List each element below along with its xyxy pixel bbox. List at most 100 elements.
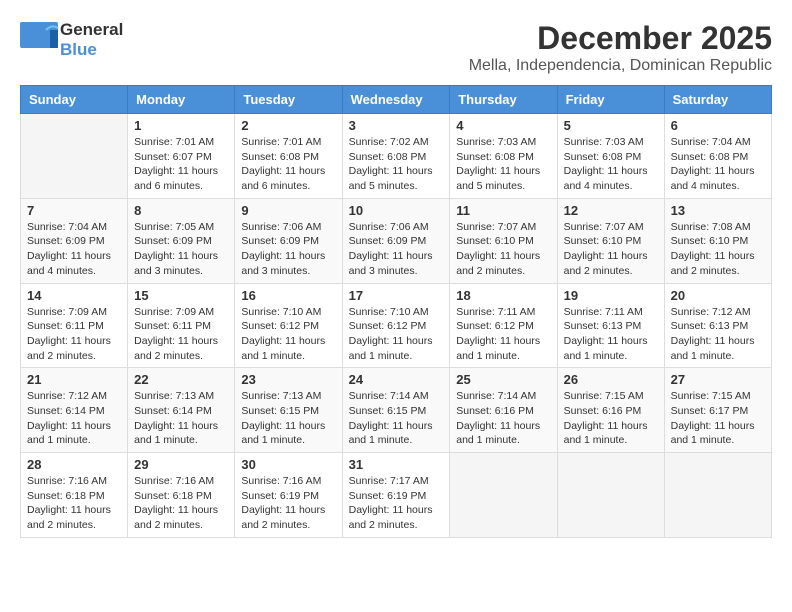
calendar-cell: 19 Sunrise: 7:11 AM Sunset: 6:13 PM Dayli… — [557, 283, 664, 368]
calendar-table: SundayMondayTuesdayWednesdayThursdayFrid… — [20, 85, 772, 538]
day-number: 9 — [241, 203, 335, 218]
calendar-cell: 20 Sunrise: 7:12 AM Sunset: 6:13 PM Dayli… — [664, 283, 771, 368]
day-info: Sunrise: 7:06 AM Sunset: 6:09 PM Dayligh… — [349, 220, 444, 279]
day-info: Sunrise: 7:13 AM Sunset: 6:14 PM Dayligh… — [134, 389, 228, 448]
day-number: 17 — [349, 288, 444, 303]
day-number: 30 — [241, 457, 335, 472]
calendar-cell: 18 Sunrise: 7:11 AM Sunset: 6:12 PM Dayli… — [450, 283, 557, 368]
page-header: General Blue December 2025 Mella, Indepe… — [20, 20, 772, 75]
day-number: 31 — [349, 457, 444, 472]
day-info: Sunrise: 7:13 AM Sunset: 6:15 PM Dayligh… — [241, 389, 335, 448]
calendar-cell: 1 Sunrise: 7:01 AM Sunset: 6:07 PM Daylig… — [128, 114, 235, 199]
calendar-cell: 23 Sunrise: 7:13 AM Sunset: 6:15 PM Dayli… — [235, 368, 342, 453]
calendar-cell: 21 Sunrise: 7:12 AM Sunset: 6:14 PM Dayli… — [21, 368, 128, 453]
logo-text: General Blue — [60, 20, 123, 61]
day-number: 29 — [134, 457, 228, 472]
calendar-week-row: 28Sunrise: 7:16 AM Sunset: 6:18 PM Dayli… — [21, 453, 772, 538]
day-info: Sunrise: 7:03 AM Sunset: 6:08 PM Dayligh… — [456, 135, 550, 194]
day-number: 12 — [564, 203, 658, 218]
logo: General Blue — [20, 20, 123, 61]
day-info: Sunrise: 7:04 AM Sunset: 6:08 PM Dayligh… — [671, 135, 765, 194]
calendar-cell: 24Sunrise: 7:14 AM Sunset: 6:15 PM Dayli… — [342, 368, 450, 453]
day-number: 18 — [456, 288, 550, 303]
logo-general: General — [60, 20, 123, 40]
day-info: Sunrise: 7:16 AM Sunset: 6:19 PM Dayligh… — [241, 474, 335, 533]
day-info: Sunrise: 7:11 AM Sunset: 6:12 PM Dayligh… — [456, 305, 550, 364]
calendar-cell: 15Sunrise: 7:09 AM Sunset: 6:11 PM Dayli… — [128, 283, 235, 368]
calendar-cell: 7 Sunrise: 7:04 AM Sunset: 6:09 PM Daylig… — [21, 198, 128, 283]
day-number: 6 — [671, 118, 765, 133]
logo-icon — [20, 22, 60, 58]
day-number: 16 — [241, 288, 335, 303]
calendar-week-row: 1 Sunrise: 7:01 AM Sunset: 6:07 PM Daylig… — [21, 114, 772, 199]
calendar-cell: 10Sunrise: 7:06 AM Sunset: 6:09 PM Dayli… — [342, 198, 450, 283]
calendar-week-row: 7 Sunrise: 7:04 AM Sunset: 6:09 PM Daylig… — [21, 198, 772, 283]
day-number: 1 — [134, 118, 228, 133]
day-number: 22 — [134, 372, 228, 387]
day-info: Sunrise: 7:08 AM Sunset: 6:10 PM Dayligh… — [671, 220, 765, 279]
calendar-cell: 13 Sunrise: 7:08 AM Sunset: 6:10 PM Dayli… — [664, 198, 771, 283]
calendar-cell — [557, 453, 664, 538]
day-info: Sunrise: 7:12 AM Sunset: 6:13 PM Dayligh… — [671, 305, 765, 364]
day-info: Sunrise: 7:03 AM Sunset: 6:08 PM Dayligh… — [564, 135, 658, 194]
calendar-cell: 3 Sunrise: 7:02 AM Sunset: 6:08 PM Daylig… — [342, 114, 450, 199]
weekday-header: Sunday — [21, 86, 128, 114]
calendar-cell — [21, 114, 128, 199]
calendar-cell: 11 Sunrise: 7:07 AM Sunset: 6:10 PM Dayli… — [450, 198, 557, 283]
logo-blue: Blue — [60, 40, 123, 60]
calendar-cell: 12 Sunrise: 7:07 AM Sunset: 6:10 PM Dayli… — [557, 198, 664, 283]
calendar-cell: 22 Sunrise: 7:13 AM Sunset: 6:14 PM Dayli… — [128, 368, 235, 453]
day-number: 7 — [27, 203, 121, 218]
day-number: 2 — [241, 118, 335, 133]
day-info: Sunrise: 7:10 AM Sunset: 6:12 PM Dayligh… — [349, 305, 444, 364]
day-number: 3 — [349, 118, 444, 133]
calendar-cell: 2Sunrise: 7:01 AM Sunset: 6:08 PM Daylig… — [235, 114, 342, 199]
weekday-header: Friday — [557, 86, 664, 114]
day-number: 19 — [564, 288, 658, 303]
day-number: 8 — [134, 203, 228, 218]
calendar-cell: 31 Sunrise: 7:17 AM Sunset: 6:19 PM Dayli… — [342, 453, 450, 538]
day-info: Sunrise: 7:09 AM Sunset: 6:11 PM Dayligh… — [134, 305, 228, 364]
calendar-cell: 27 Sunrise: 7:15 AM Sunset: 6:17 PM Dayli… — [664, 368, 771, 453]
weekday-header: Tuesday — [235, 86, 342, 114]
day-info: Sunrise: 7:06 AM Sunset: 6:09 PM Dayligh… — [241, 220, 335, 279]
title-section: December 2025 Mella, Independencia, Domi… — [469, 20, 772, 75]
calendar-cell — [664, 453, 771, 538]
day-info: Sunrise: 7:01 AM Sunset: 6:07 PM Dayligh… — [134, 135, 228, 194]
day-info: Sunrise: 7:11 AM Sunset: 6:13 PM Dayligh… — [564, 305, 658, 364]
calendar-cell: 9 Sunrise: 7:06 AM Sunset: 6:09 PM Daylig… — [235, 198, 342, 283]
calendar-cell: 6 Sunrise: 7:04 AM Sunset: 6:08 PM Daylig… — [664, 114, 771, 199]
calendar-cell: 4Sunrise: 7:03 AM Sunset: 6:08 PM Daylig… — [450, 114, 557, 199]
calendar-cell: 25Sunrise: 7:14 AM Sunset: 6:16 PM Dayli… — [450, 368, 557, 453]
calendar-week-row: 14Sunrise: 7:09 AM Sunset: 6:11 PM Dayli… — [21, 283, 772, 368]
day-number: 27 — [671, 372, 765, 387]
location: Mella, Independencia, Dominican Republic — [469, 57, 772, 75]
calendar-header-row: SundayMondayTuesdayWednesdayThursdayFrid… — [21, 86, 772, 114]
day-number: 11 — [456, 203, 550, 218]
day-number: 23 — [241, 372, 335, 387]
day-info: Sunrise: 7:12 AM Sunset: 6:14 PM Dayligh… — [27, 389, 121, 448]
calendar-cell: 17 Sunrise: 7:10 AM Sunset: 6:12 PM Dayli… — [342, 283, 450, 368]
day-number: 21 — [27, 372, 121, 387]
day-info: Sunrise: 7:16 AM Sunset: 6:18 PM Dayligh… — [134, 474, 228, 533]
month-title: December 2025 — [469, 20, 772, 57]
day-info: Sunrise: 7:04 AM Sunset: 6:09 PM Dayligh… — [27, 220, 121, 279]
day-info: Sunrise: 7:14 AM Sunset: 6:15 PM Dayligh… — [349, 389, 444, 448]
day-info: Sunrise: 7:02 AM Sunset: 6:08 PM Dayligh… — [349, 135, 444, 194]
calendar-week-row: 21 Sunrise: 7:12 AM Sunset: 6:14 PM Dayli… — [21, 368, 772, 453]
calendar-cell: 28Sunrise: 7:16 AM Sunset: 6:18 PM Dayli… — [21, 453, 128, 538]
calendar-cell: 5Sunrise: 7:03 AM Sunset: 6:08 PM Daylig… — [557, 114, 664, 199]
day-info: Sunrise: 7:07 AM Sunset: 6:10 PM Dayligh… — [564, 220, 658, 279]
day-info: Sunrise: 7:15 AM Sunset: 6:17 PM Dayligh… — [671, 389, 765, 448]
day-info: Sunrise: 7:10 AM Sunset: 6:12 PM Dayligh… — [241, 305, 335, 364]
day-info: Sunrise: 7:14 AM Sunset: 6:16 PM Dayligh… — [456, 389, 550, 448]
day-info: Sunrise: 7:17 AM Sunset: 6:19 PM Dayligh… — [349, 474, 444, 533]
day-number: 20 — [671, 288, 765, 303]
weekday-header: Monday — [128, 86, 235, 114]
weekday-header: Saturday — [664, 86, 771, 114]
calendar-cell: 26Sunrise: 7:15 AM Sunset: 6:16 PM Dayli… — [557, 368, 664, 453]
day-number: 13 — [671, 203, 765, 218]
day-info: Sunrise: 7:07 AM Sunset: 6:10 PM Dayligh… — [456, 220, 550, 279]
calendar-cell: 30 Sunrise: 7:16 AM Sunset: 6:19 PM Dayli… — [235, 453, 342, 538]
calendar-cell: 16 Sunrise: 7:10 AM Sunset: 6:12 PM Dayli… — [235, 283, 342, 368]
